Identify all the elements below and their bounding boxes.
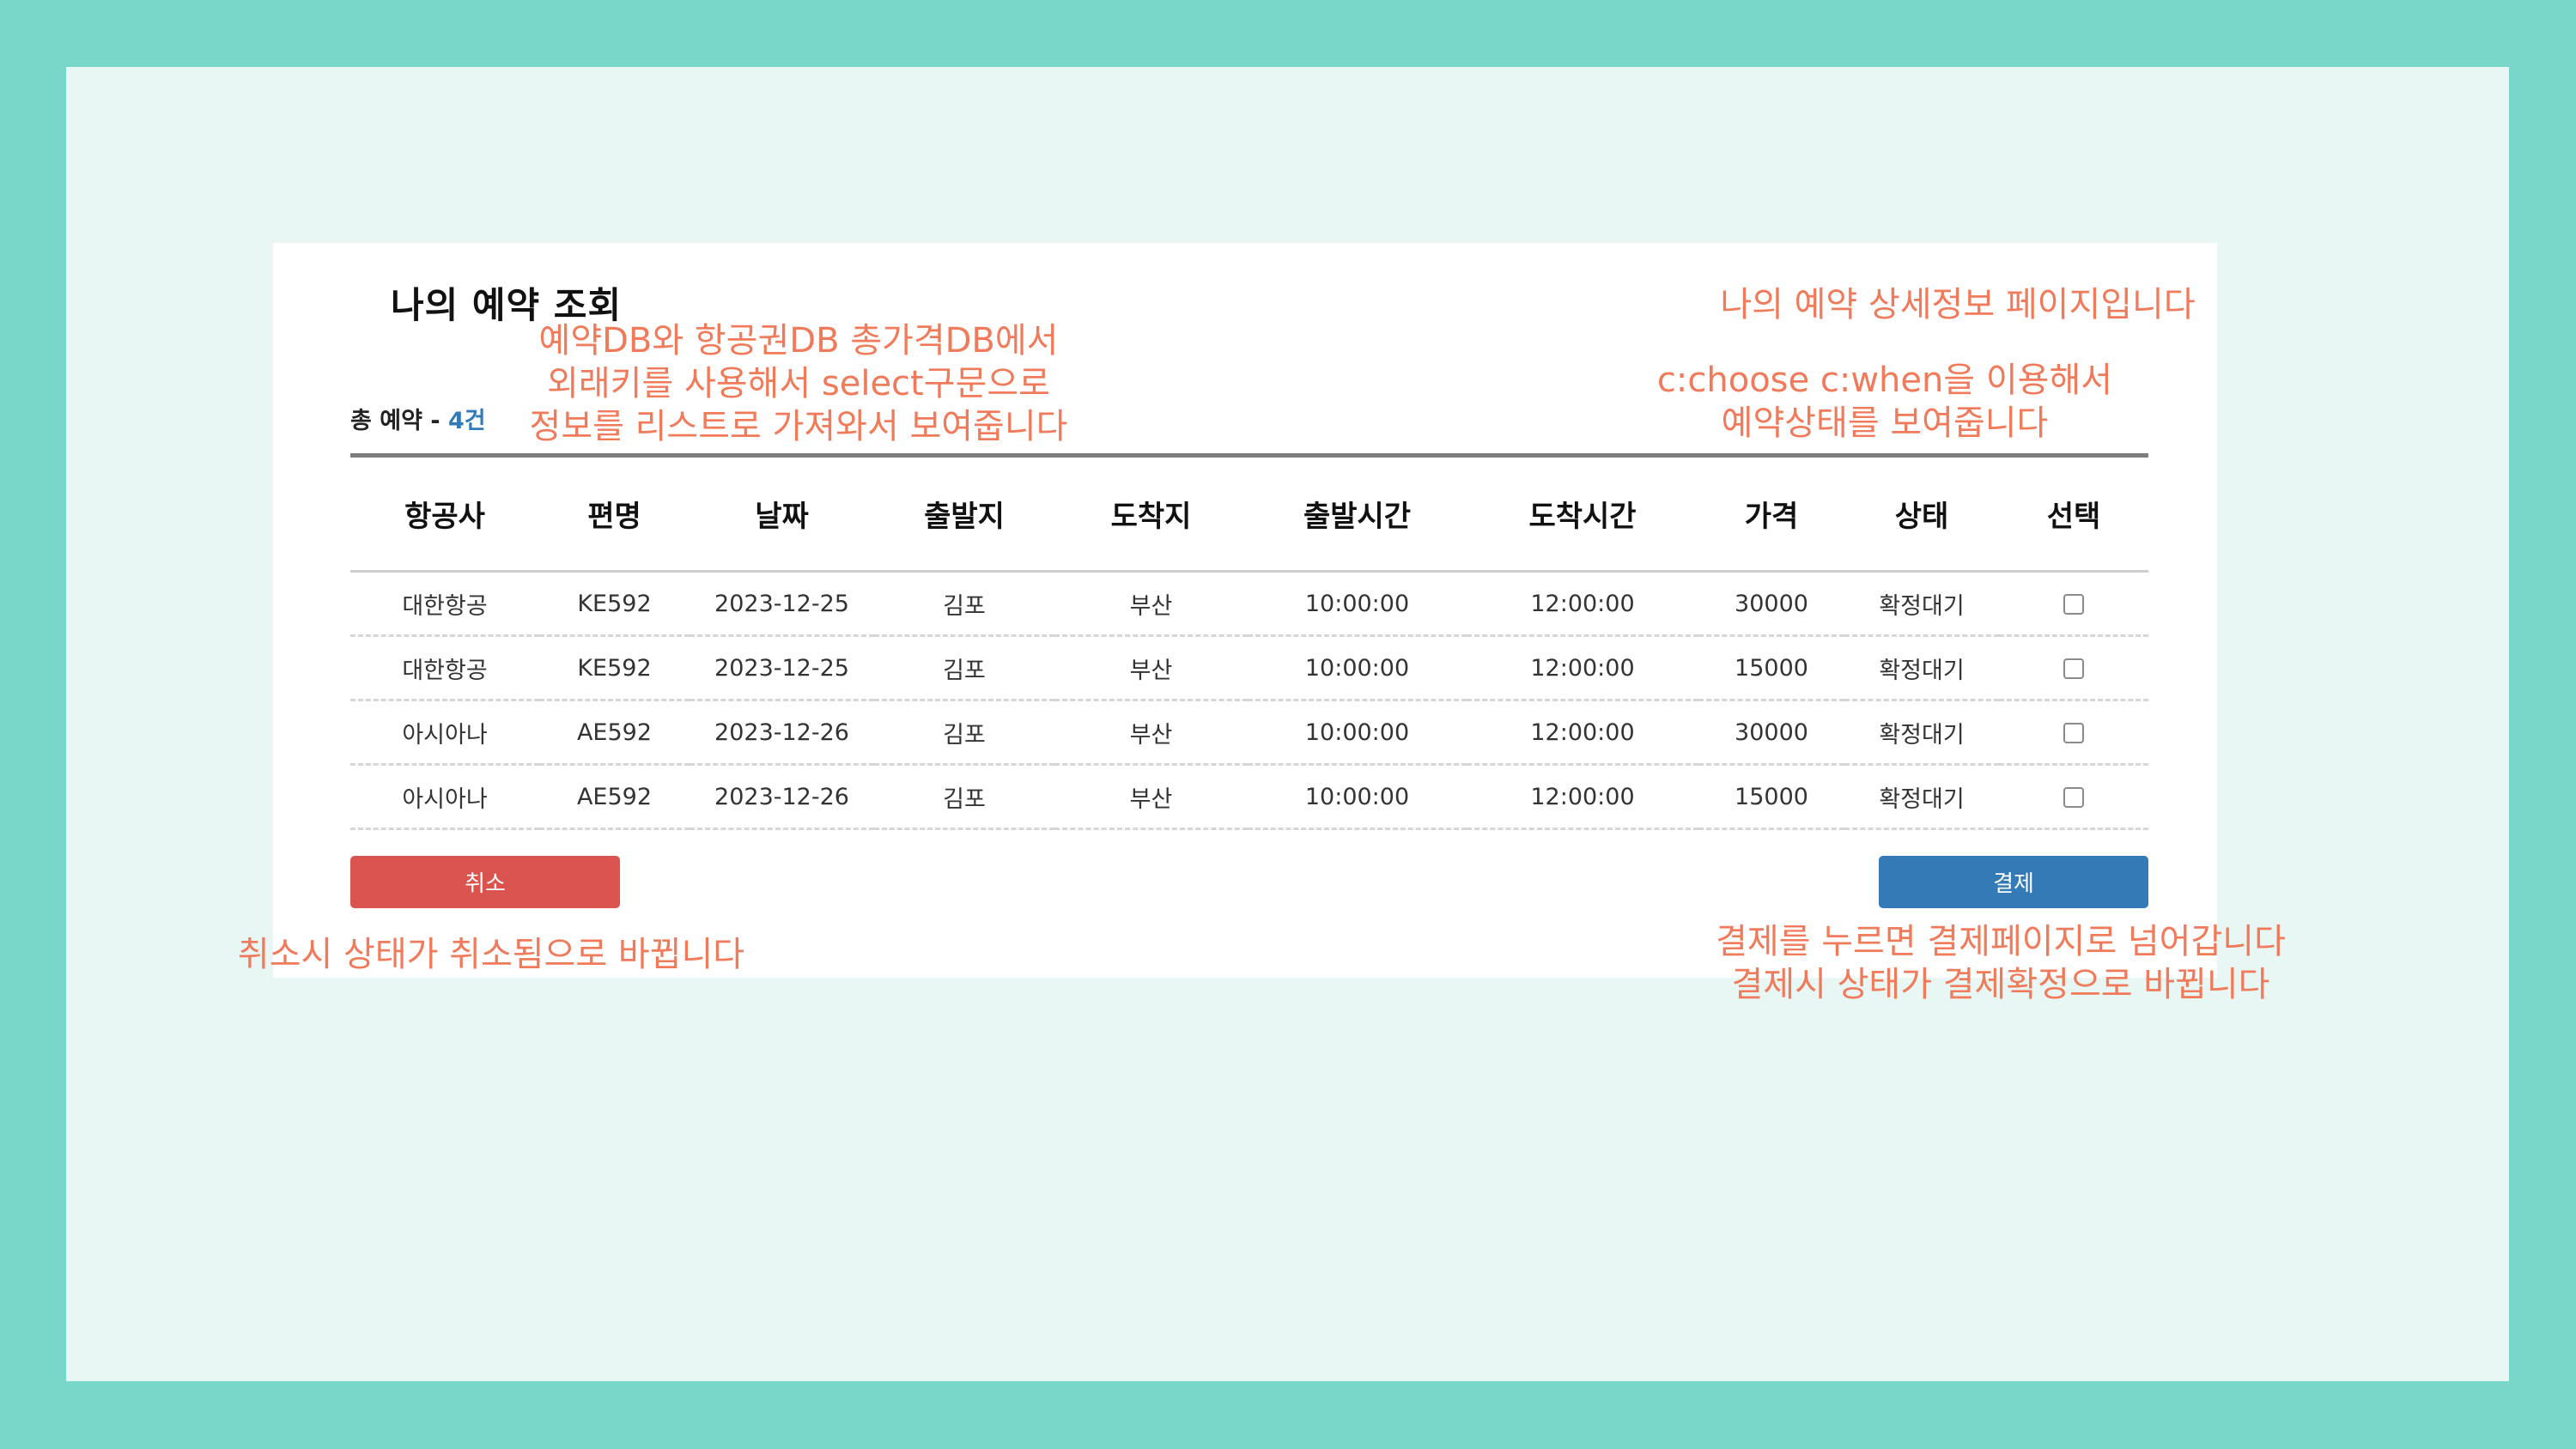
table-row: 아시아나 AE592 2023-12-26 김포 부산 10:00:00 12:… <box>350 700 2148 766</box>
cell-price: 30000 <box>1698 571 1844 637</box>
cell-select <box>1999 764 2148 830</box>
cell-date: 2023-12-26 <box>690 700 874 766</box>
cell-flight: KE592 <box>539 571 690 637</box>
total-count: 4건 <box>447 408 486 434</box>
column-header-select: 선택 <box>1999 458 2148 573</box>
annotation-line: 정보를 리스트로 가져와서 보여줍니다 <box>529 407 1068 446</box>
db-annotation: 예약DB와 항공권DB 총가격DB에서 외래키를 사용해서 select구문으로… <box>515 319 1082 448</box>
cell-airline: 대한항공 <box>350 635 539 701</box>
cell-date: 2023-12-26 <box>690 764 874 830</box>
reservation-table: 항공사 편명 날짜 출발지 도착지 출발시간 도착시간 가격 상태 선택 대한항… <box>350 458 2148 830</box>
column-header-flight: 편명 <box>539 458 690 573</box>
cell-flight: AE592 <box>539 700 690 766</box>
select-checkbox[interactable] <box>2063 594 2084 615</box>
cell-to: 부산 <box>1054 635 1248 701</box>
cell-select <box>1999 571 2148 637</box>
select-checkbox[interactable] <box>2063 787 2084 808</box>
annotation-line: 결제시 상태가 결제확정으로 바뀝니다 <box>1731 965 2270 1004</box>
cell-airline: 아시아나 <box>350 764 539 830</box>
select-checkbox[interactable] <box>2063 658 2084 679</box>
cell-from: 김포 <box>874 571 1054 637</box>
cell-from: 김포 <box>874 635 1054 701</box>
cell-from: 김포 <box>874 700 1054 766</box>
total-reservations: 총 예약 - 4건 <box>350 402 486 435</box>
cell-from: 김포 <box>874 764 1054 830</box>
column-header-status: 상태 <box>1844 458 1999 573</box>
cell-status: 확정대기 <box>1844 764 1999 830</box>
cell-arrival: 12:00:00 <box>1467 571 1698 637</box>
cell-date: 2023-12-25 <box>690 635 874 701</box>
annotation-line: 예약DB와 항공권DB 총가격DB에서 <box>538 321 1059 361</box>
cell-date: 2023-12-25 <box>690 571 874 637</box>
column-header-airline: 항공사 <box>350 458 539 573</box>
cell-select <box>1999 700 2148 766</box>
column-header-date: 날짜 <box>690 458 874 573</box>
table-row: 대한항공 KE592 2023-12-25 김포 부산 10:00:00 12:… <box>350 571 2148 637</box>
column-header-to: 도착지 <box>1054 458 1248 573</box>
table-row: 아시아나 AE592 2023-12-26 김포 부산 10:00:00 12:… <box>350 764 2148 830</box>
cell-status: 확정대기 <box>1844 700 1999 766</box>
column-header-from: 출발지 <box>874 458 1054 573</box>
cell-arrival: 12:00:00 <box>1467 635 1698 701</box>
cell-arrival: 12:00:00 <box>1467 700 1698 766</box>
cell-flight: KE592 <box>539 635 690 701</box>
select-checkbox[interactable] <box>2063 723 2084 743</box>
column-header-arrival: 도착시간 <box>1467 458 1698 573</box>
cell-price: 30000 <box>1698 700 1844 766</box>
total-label: 총 예약 - <box>350 408 448 434</box>
cancel-annotation: 취소시 상태가 취소됨으로 바뀝니다 <box>237 935 745 974</box>
cell-flight: AE592 <box>539 764 690 830</box>
status-annotation: c:choose c:when을 이용해서 예약상태를 보여줍니다 <box>1640 359 2129 445</box>
cell-status: 확정대기 <box>1844 635 1999 701</box>
cell-arrival: 12:00:00 <box>1467 764 1698 830</box>
cell-departure: 10:00:00 <box>1248 571 1467 637</box>
page-annotation: 나의 예약 상세정보 페이지입니다 <box>1720 285 2196 324</box>
cell-to: 부산 <box>1054 700 1248 766</box>
cell-airline: 대한항공 <box>350 571 539 637</box>
cell-price: 15000 <box>1698 764 1844 830</box>
table-row: 대한항공 KE592 2023-12-25 김포 부산 10:00:00 12:… <box>350 635 2148 701</box>
pay-annotation: 결제를 누르면 결제페이지로 넘어갑니다 결제시 상태가 결제확정으로 바뀝니다 <box>1692 920 2310 1006</box>
cell-select <box>1999 635 2148 701</box>
annotation-line: 예약상태를 보여줍니다 <box>1721 403 2049 443</box>
cell-departure: 10:00:00 <box>1248 635 1467 701</box>
cell-to: 부산 <box>1054 764 1248 830</box>
cell-to: 부산 <box>1054 571 1248 637</box>
column-header-departure: 출발시간 <box>1248 458 1467 573</box>
table-header-row: 항공사 편명 날짜 출발지 도착지 출발시간 도착시간 가격 상태 선택 <box>350 458 2148 573</box>
annotation-line: 결제를 누르면 결제페이지로 넘어갑니다 <box>1716 922 2286 961</box>
cell-airline: 아시아나 <box>350 700 539 766</box>
annotation-line: c:choose c:when을 이용해서 <box>1656 361 2113 400</box>
reservation-table-container: 항공사 편명 날짜 출발지 도착지 출발시간 도착시간 가격 상태 선택 대한항… <box>350 453 2148 830</box>
pay-button[interactable]: 결제 <box>1879 856 2148 908</box>
annotation-line: 외래키를 사용해서 select구문으로 <box>547 364 1050 403</box>
cancel-button[interactable]: 취소 <box>350 856 620 908</box>
cell-departure: 10:00:00 <box>1248 764 1467 830</box>
cell-departure: 10:00:00 <box>1248 700 1467 766</box>
cell-status: 확정대기 <box>1844 571 1999 637</box>
column-header-price: 가격 <box>1698 458 1844 573</box>
cell-price: 15000 <box>1698 635 1844 701</box>
